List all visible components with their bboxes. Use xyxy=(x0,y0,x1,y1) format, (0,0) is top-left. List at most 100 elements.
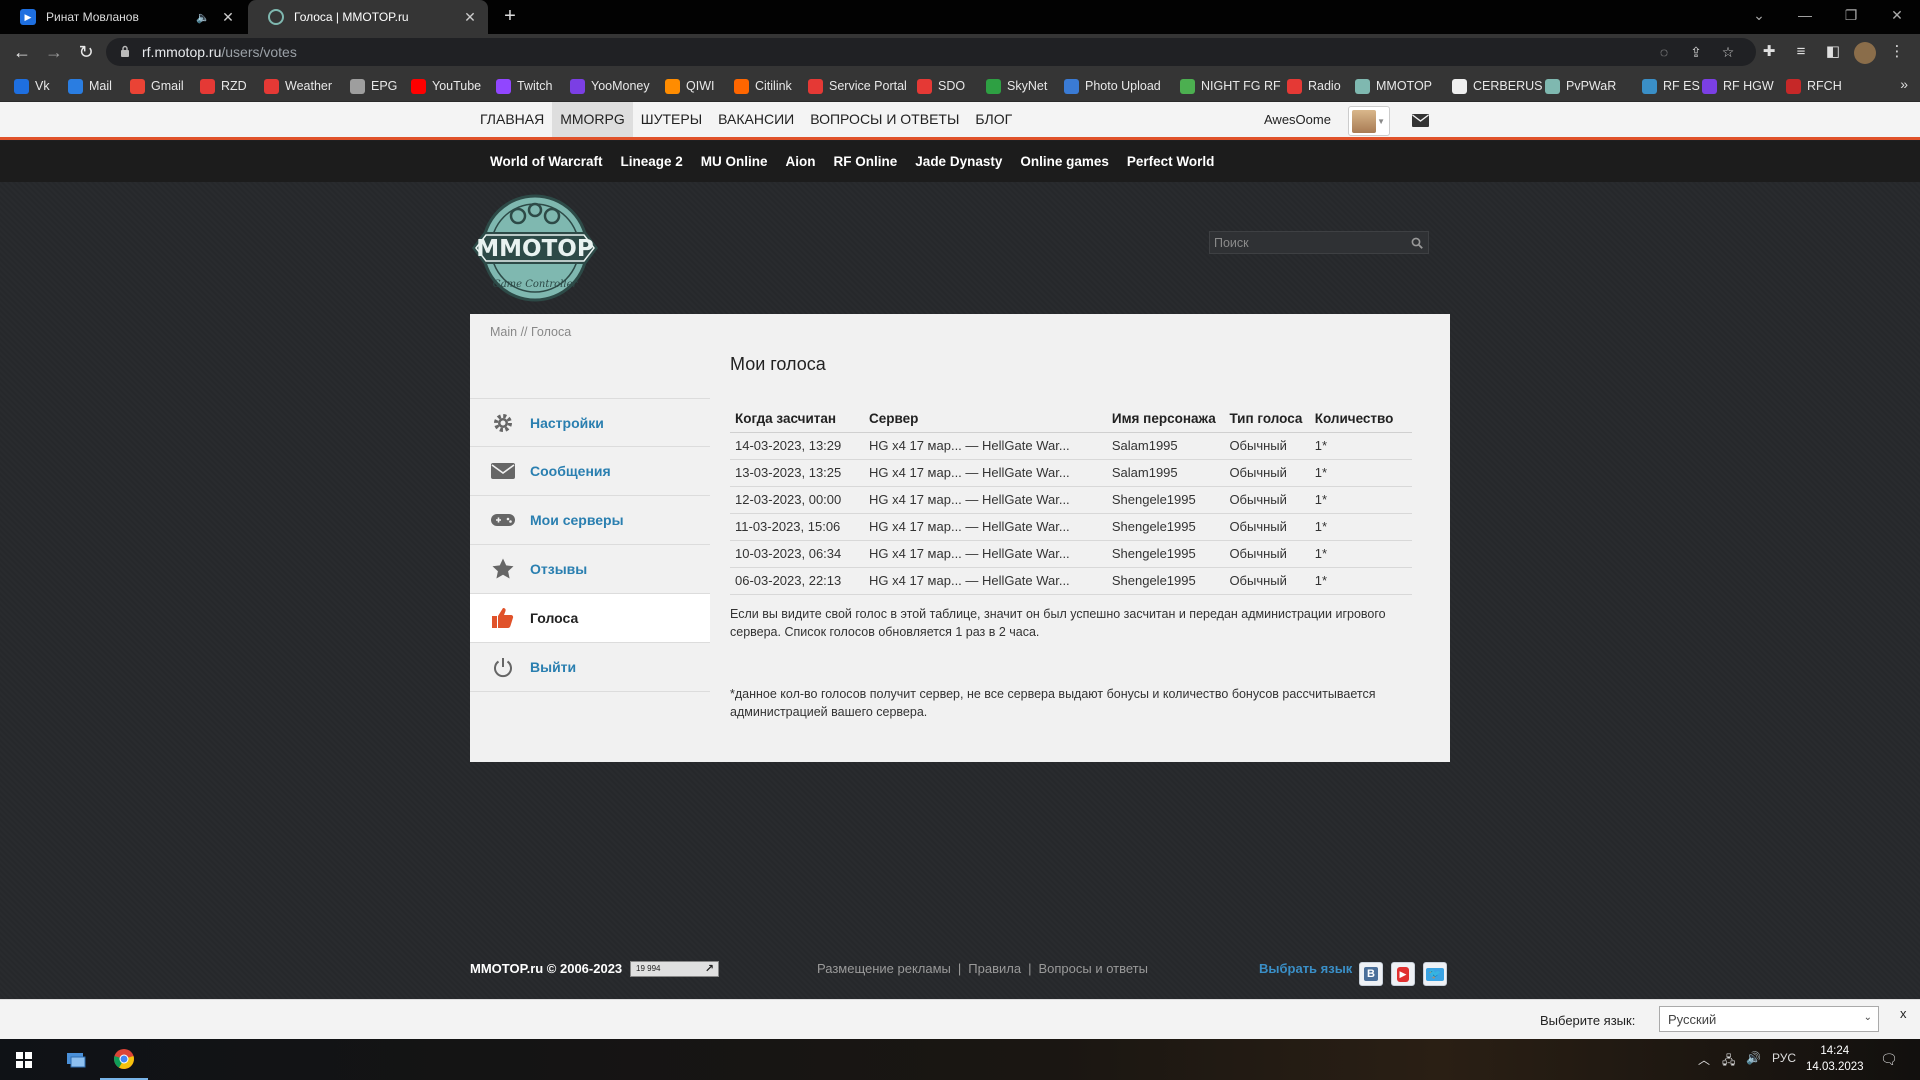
bookmark-night-fg-rf[interactable]: NIGHT FG RF xyxy=(1180,76,1281,96)
table-cell[interactable]: HG x4 17 мар... — HellGate War... xyxy=(864,513,1107,541)
minimize-button[interactable]: — xyxy=(1782,0,1828,30)
choose-language-link[interactable]: Выбрать язык xyxy=(1259,961,1352,976)
bookmark-mail[interactable]: Mail xyxy=(68,76,112,96)
sub-nav-jade-dynasty[interactable]: Jade Dynasty xyxy=(906,141,1011,182)
footer-link-faq[interactable]: Вопросы и ответы xyxy=(1038,961,1147,976)
network-icon[interactable]: 🖧 xyxy=(1722,1051,1735,1072)
bookmark-cerberus[interactable]: CERBERUS xyxy=(1452,76,1542,96)
speaker-icon[interactable]: 🔈 xyxy=(196,11,210,24)
bookmark-rzd[interactable]: RZD xyxy=(200,76,247,96)
bookmark-skynet[interactable]: SkyNet xyxy=(986,76,1047,96)
notifications-icon[interactable]: 🗨 xyxy=(1880,1051,1898,1068)
bookmark-yoomoney[interactable]: YooMoney xyxy=(570,76,650,96)
bookmark-citilink[interactable]: Citilink xyxy=(734,76,792,96)
forward-button[interactable]: → xyxy=(42,41,66,65)
bookmark-vk[interactable]: Vk xyxy=(14,76,50,96)
bookmark-sdo[interactable]: SDO xyxy=(917,76,965,96)
search-input[interactable] xyxy=(1214,234,1404,251)
username-link[interactable]: AwesOome xyxy=(1264,112,1331,127)
tab-search-chevron-icon[interactable]: ⌄ xyxy=(1736,0,1782,30)
profile-avatar-icon[interactable] xyxy=(1854,42,1876,64)
back-button[interactable]: ← xyxy=(10,41,34,65)
table-cell[interactable]: HG x4 17 мар... — HellGate War... xyxy=(864,486,1107,514)
tray-chevron-up-icon[interactable]: ︿ xyxy=(1698,1051,1710,1068)
sub-nav-aion[interactable]: Aion xyxy=(777,141,825,182)
restore-button[interactable]: ❐ xyxy=(1828,0,1874,30)
bookmarks-overflow-icon[interactable]: » xyxy=(1900,76,1908,92)
bookmark-radio[interactable]: Radio xyxy=(1287,76,1341,96)
reading-list-icon[interactable]: ≡ xyxy=(1790,42,1812,64)
sub-nav-online-games[interactable]: Online games xyxy=(1011,141,1118,182)
sub-nav-perfect-world[interactable]: Perfect World xyxy=(1118,141,1224,182)
bookmark-photo-upload[interactable]: Photo Upload xyxy=(1064,76,1161,96)
translate-close-button[interactable]: x xyxy=(1900,1006,1907,1021)
nav-item-1[interactable]: MMORPG xyxy=(552,102,633,137)
nav-item-4[interactable]: ВОПРОСЫ И ОТВЕТЫ xyxy=(802,102,967,137)
sub-nav-rf-online[interactable]: RF Online xyxy=(825,141,907,182)
bookmark-mmotop[interactable]: MMOTOP xyxy=(1355,76,1432,96)
table-cell[interactable]: HG x4 17 мар... — HellGate War... xyxy=(864,459,1107,487)
tab-close-icon[interactable]: ✕ xyxy=(220,9,236,26)
visit-counter[interactable]: 19 994 ↗ xyxy=(630,961,719,977)
sidebar-item-star[interactable]: Отзывы xyxy=(470,545,710,594)
reload-button[interactable]: ↻ xyxy=(74,41,98,65)
bookmark-twitch[interactable]: Twitch xyxy=(496,76,552,96)
sidebar-item-thumbs-up[interactable]: Голоса xyxy=(470,594,710,643)
bookmark-epg[interactable]: EPG xyxy=(350,76,397,96)
volume-icon[interactable]: 🔊 xyxy=(1746,1051,1761,1065)
bookmark-youtube[interactable]: YouTube xyxy=(411,76,481,96)
twitter-icon[interactable]: 🐦 xyxy=(1423,962,1447,986)
sub-nav-lineage-2[interactable]: Lineage 2 xyxy=(612,141,692,182)
table-cell[interactable]: HG x4 17 мар... — HellGate War... xyxy=(864,567,1107,595)
vk-icon[interactable]: В xyxy=(1359,962,1383,986)
extensions-icon[interactable]: ✚ xyxy=(1758,42,1780,64)
nav-item-2[interactable]: ШУТЕРЫ xyxy=(633,102,710,137)
bookmark-rf-hgw[interactable]: RF HGW xyxy=(1702,76,1774,96)
close-window-button[interactable]: ✕ xyxy=(1874,0,1920,30)
share-icon[interactable]: ⇪ xyxy=(1686,43,1706,63)
table-cell[interactable]: HG x4 17 мар... — HellGate War... xyxy=(864,432,1107,460)
tab-close-icon[interactable]: ✕ xyxy=(462,9,478,26)
nav-item-0[interactable]: ГЛАВНАЯ xyxy=(472,102,552,137)
envelope-icon[interactable] xyxy=(1412,114,1429,127)
footer-link-rules[interactable]: Правила xyxy=(968,961,1021,976)
new-tab-button[interactable]: + xyxy=(498,5,522,29)
chrome-icon[interactable] xyxy=(100,1039,148,1080)
side-panel-icon[interactable]: ◧ xyxy=(1822,42,1844,64)
bookmark-service-portal[interactable]: Service Portal xyxy=(808,76,907,96)
site-search[interactable] xyxy=(1209,231,1429,254)
table-cell: 13-03-2023, 13:25 xyxy=(730,459,865,487)
menu-kebab-icon[interactable]: ⋮ xyxy=(1886,42,1908,64)
breadcrumb[interactable]: Main // Голоса xyxy=(490,325,571,339)
star-bookmark-icon[interactable]: ☆ xyxy=(1718,43,1738,63)
tab-mmotop[interactable]: Голоса | MMOTOP.ru ✕ xyxy=(248,0,488,34)
user-avatar-dropdown[interactable]: ▼ xyxy=(1348,106,1390,136)
nav-item-3[interactable]: ВАКАНСИИ xyxy=(710,102,802,137)
table-cell[interactable]: HG x4 17 мар... — HellGate War... xyxy=(864,540,1107,568)
address-bar[interactable]: rf.mmotop.ru/users/votes ◌ ⇪ ☆ xyxy=(106,38,1756,66)
bookmark-pvpwar[interactable]: PvPWaR xyxy=(1545,76,1616,96)
sidebar-item-gamepad[interactable]: Мои серверы xyxy=(470,496,710,545)
sub-nav-mu-online[interactable]: MU Online xyxy=(692,141,777,182)
search-icon[interactable] xyxy=(1411,237,1423,249)
nav-item-5[interactable]: БЛОГ xyxy=(967,102,1020,137)
sidebar-item-gear[interactable]: Настройки xyxy=(470,398,710,447)
input-language[interactable]: РУС xyxy=(1772,1051,1796,1065)
sidebar-item-power[interactable]: Выйти xyxy=(470,643,710,692)
bookmark-qiwi[interactable]: QIWI xyxy=(665,76,714,96)
tab-rinat[interactable]: ▶ Ринат Мовланов 🔈 ✕ xyxy=(0,0,246,34)
bookmark-rfch[interactable]: RFCH xyxy=(1786,76,1842,96)
sub-nav-world-of-warcraft[interactable]: World of Warcraft xyxy=(481,141,612,182)
sidebar-item-envelope[interactable]: Сообщения xyxy=(470,447,710,496)
windows-start-icon[interactable] xyxy=(0,1039,48,1080)
footer-link-ads[interactable]: Размещение рекламы xyxy=(817,961,951,976)
system-clock[interactable]: 14:24 14.03.2023 xyxy=(1806,1043,1864,1075)
bookmark-gmail[interactable]: Gmail xyxy=(130,76,184,96)
bookmark-rf-es[interactable]: RF ES xyxy=(1642,76,1700,96)
eye-slash-icon[interactable]: ◌ xyxy=(1654,43,1674,63)
language-select[interactable]: Русский ⌄ xyxy=(1659,1006,1879,1032)
remote-desktop-icon[interactable] xyxy=(52,1039,100,1080)
mmotop-logo[interactable]: MMOTOP Game Controller xyxy=(470,192,600,304)
youtube-icon[interactable]: ▶ xyxy=(1391,962,1415,986)
bookmark-weather[interactable]: Weather xyxy=(264,76,332,96)
